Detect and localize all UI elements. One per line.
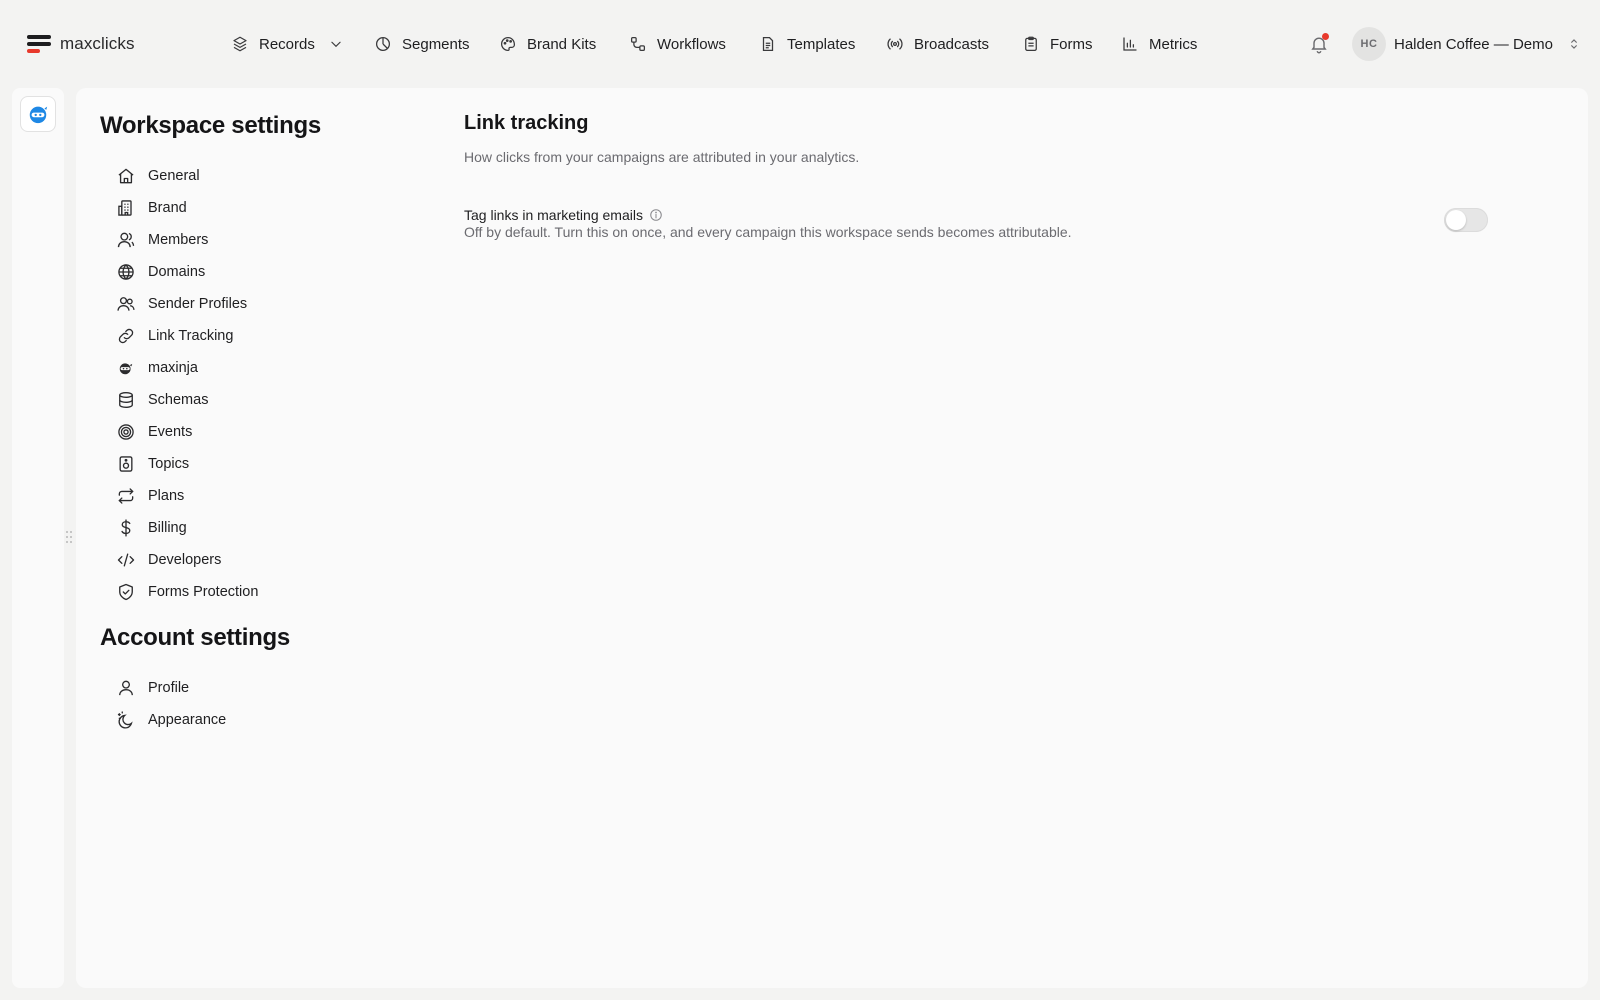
sidebar-item-link-tracking[interactable]: Link Tracking: [116, 323, 346, 349]
nav-workflows[interactable]: Workflows: [629, 32, 726, 56]
speaker-icon: [119, 456, 133, 472]
code-icon: [117, 553, 135, 567]
app-rail: [12, 88, 64, 988]
pie-icon: [375, 36, 391, 52]
settings-panel: Workspace settings General Brand Members…: [76, 88, 1588, 988]
top-navigation-bar: maxclicks Records Segments Brand Kits Wo…: [0, 0, 1600, 88]
sidebar-item-schemas[interactable]: Schemas: [116, 387, 346, 413]
nav-broadcasts-label: Broadcasts: [914, 35, 990, 53]
notifications-button[interactable]: [1309, 33, 1329, 54]
sidebar-item-label: Appearance: [148, 712, 227, 728]
nav-forms[interactable]: Forms: [1022, 32, 1093, 56]
nav-forms-label: Forms: [1050, 35, 1093, 53]
link-icon: [118, 328, 134, 344]
logo-text: maxclicks: [60, 34, 135, 53]
sidebar-item-label: Sender Profiles: [148, 296, 248, 312]
sidebar-item-billing[interactable]: Billing: [116, 515, 346, 541]
sidebar-item-label: Events: [148, 424, 193, 440]
home-icon: [118, 168, 134, 184]
maxclicks-logo[interactable]: maxclicks: [27, 33, 135, 55]
nav-segments[interactable]: Segments: [374, 32, 470, 56]
nav-broadcasts[interactable]: Broadcasts: [886, 32, 989, 56]
setting-description: Off by default. Turn this on once, and e…: [464, 224, 1072, 240]
tag-links-setting-label: Tag links in marketing emails: [464, 206, 663, 224]
setting-label-text: Tag links in marketing emails: [464, 207, 643, 223]
sidebar-item-events[interactable]: Events: [116, 419, 346, 445]
dollar-icon: [121, 519, 131, 537]
sidebar-item-brand[interactable]: Brand: [116, 195, 346, 221]
chevron-up-down-icon: [1571, 39, 1577, 49]
sidebar-item-domains[interactable]: Domains: [116, 259, 346, 285]
document-icon: [762, 36, 774, 52]
sidebar-item-appearance[interactable]: Appearance: [116, 707, 346, 733]
workflow-icon: [630, 36, 646, 52]
sidebar-item-label: Link Tracking: [148, 328, 234, 344]
nav-segments-label: Segments: [402, 35, 470, 53]
sidebar-item-label: Plans: [148, 488, 185, 504]
sidebar-item-maxinja[interactable]: maxinja: [116, 355, 346, 381]
nav-templates[interactable]: Templates: [759, 32, 855, 56]
globe-icon: [118, 263, 134, 281]
logo-mark-icon: [27, 34, 51, 54]
sidebar-item-label: maxinja: [148, 360, 198, 376]
unread-indicator: [1322, 33, 1329, 40]
sidebar-item-sender-profiles[interactable]: Sender Profiles: [116, 291, 346, 317]
sidebar-item-forms-protection[interactable]: Forms Protection: [116, 579, 346, 605]
sidebar-item-label: General: [148, 168, 200, 184]
account-switcher[interactable]: HC Halden Coffee — Demo: [1352, 27, 1581, 61]
nav-brand-kits[interactable]: Brand Kits: [499, 32, 596, 56]
tag-links-toggle[interactable]: [1444, 208, 1488, 232]
sidebar-item-developers[interactable]: Developers: [116, 547, 346, 573]
sidebar-item-general[interactable]: General: [116, 163, 346, 189]
sidebar-item-topics[interactable]: Topics: [116, 451, 346, 477]
sidebar-item-label: Members: [148, 232, 209, 248]
user-icon: [119, 680, 133, 696]
page-title: Link tracking: [464, 112, 589, 134]
bar-chart-icon: [1123, 37, 1137, 51]
layers-icon: [233, 36, 247, 52]
sidebar-item-profile[interactable]: Profile: [116, 675, 346, 701]
broadcast-icon: [887, 38, 903, 50]
sidebar-item-label: Brand: [148, 200, 187, 216]
ninja-bot-icon: [29, 106, 48, 124]
sidebar-item-label: Billing: [148, 520, 187, 536]
building-icon: [118, 200, 132, 216]
clipboard-icon: [1025, 36, 1037, 52]
target-icon: [118, 424, 134, 440]
nav-records[interactable]: Records: [231, 32, 343, 56]
info-icon[interactable]: [649, 208, 663, 222]
sidebar-item-label: Forms Protection: [148, 584, 259, 600]
database-icon: [119, 392, 133, 409]
sidebar-item-label: Topics: [148, 456, 190, 472]
account-settings-heading: Account settings: [100, 624, 290, 651]
sidebar-resize-handle[interactable]: [66, 531, 74, 545]
sidebar-item-plans[interactable]: Plans: [116, 483, 346, 509]
sidebar-item-label: Domains: [148, 264, 206, 280]
nav-templates-label: Templates: [787, 35, 856, 53]
nav-metrics[interactable]: Metrics: [1121, 32, 1197, 56]
page-subtitle: How clicks from your campaigns are attri…: [464, 149, 860, 165]
moon-icon: [117, 711, 133, 729]
repeat-icon: [118, 488, 134, 504]
nav-records-label: Records: [259, 35, 315, 53]
nav-workflows-label: Workflows: [657, 35, 726, 53]
shield-check-icon: [119, 583, 133, 601]
ninja-icon: [119, 363, 133, 375]
sidebar-item-label: Schemas: [148, 392, 209, 408]
nav-brand-kits-label: Brand Kits: [527, 35, 597, 53]
nav-metrics-label: Metrics: [1149, 35, 1198, 53]
sidebar-item-label: Profile: [148, 680, 190, 696]
avatar: HC: [1352, 27, 1386, 61]
user-icon: [117, 232, 135, 248]
maxinja-app-button[interactable]: [20, 96, 56, 132]
workspace-settings-heading: Workspace settings: [100, 112, 321, 139]
users-icon: [117, 297, 135, 311]
sidebar-item-label: Developers: [148, 552, 222, 568]
chevron-down-icon: [331, 41, 341, 48]
toggle-knob: [1446, 210, 1466, 230]
sidebar-item-members[interactable]: Members: [116, 227, 346, 253]
account-name: Halden Coffee — Demo: [1394, 35, 1553, 53]
palette-icon: [500, 36, 516, 52]
